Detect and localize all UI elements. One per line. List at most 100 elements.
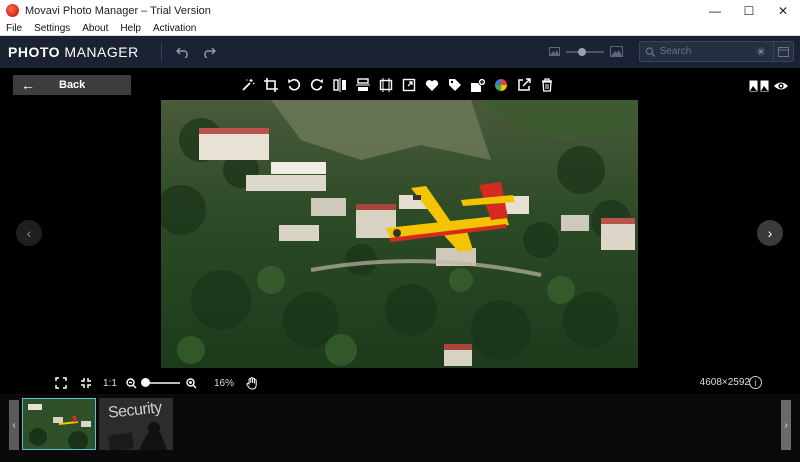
color-adjust-button[interactable] bbox=[489, 75, 512, 95]
header-right bbox=[549, 41, 794, 62]
header-divider bbox=[160, 43, 162, 61]
zoom-in-button[interactable] bbox=[184, 372, 198, 394]
menu-help[interactable]: Help bbox=[114, 21, 147, 36]
magic-wand-icon bbox=[241, 79, 254, 91]
resize-button[interactable] bbox=[397, 75, 420, 95]
search-box[interactable] bbox=[639, 41, 794, 62]
zoom-slider-knob[interactable] bbox=[141, 378, 150, 387]
thumbnail-security[interactable]: Security bbox=[99, 398, 173, 450]
menu-activation[interactable]: Activation bbox=[147, 21, 202, 36]
filmstrip-prev-button[interactable]: ‹ bbox=[9, 400, 19, 450]
zoom-percent: 16% bbox=[213, 377, 234, 389]
compare-view-icon bbox=[749, 80, 769, 92]
tag-icon bbox=[448, 79, 461, 91]
minimize-button[interactable]: — bbox=[698, 0, 732, 21]
rotate-right-icon bbox=[310, 78, 323, 91]
close-button[interactable]: ✕ bbox=[766, 0, 800, 21]
filmstrip-next-button[interactable]: › bbox=[781, 400, 791, 450]
tag-button[interactable] bbox=[443, 75, 466, 95]
rotate-right-button[interactable] bbox=[305, 75, 328, 95]
zoom-out-icon bbox=[125, 377, 136, 388]
zoom-out-button[interactable] bbox=[124, 372, 138, 394]
rotate-left-icon bbox=[287, 78, 300, 91]
menu-bar: File Settings About Help Activation bbox=[0, 21, 800, 36]
small-thumbnail-icon[interactable] bbox=[549, 47, 560, 56]
search-icon bbox=[645, 46, 656, 57]
heart-icon bbox=[425, 79, 438, 91]
fit-window-icon bbox=[81, 378, 91, 388]
fit-to-window-button[interactable] bbox=[77, 372, 95, 394]
view-mode-group bbox=[748, 76, 792, 96]
arrow-left-icon: ← bbox=[21, 77, 35, 93]
preview-button[interactable] bbox=[770, 76, 792, 96]
chevron-left-icon: ‹ bbox=[26, 225, 32, 241]
back-button[interactable]: ← Back bbox=[13, 75, 131, 95]
edit-toolbar bbox=[236, 75, 558, 95]
zoom-slider[interactable] bbox=[141, 378, 180, 387]
info-button[interactable]: i bbox=[749, 376, 762, 389]
flip-horizontal-button[interactable] bbox=[328, 75, 351, 95]
hand-icon bbox=[246, 376, 257, 390]
app-window: Movavi Photo Manager – Trial Version — ☐… bbox=[0, 0, 800, 462]
eye-icon bbox=[774, 82, 788, 90]
favorite-button[interactable] bbox=[420, 75, 443, 95]
actual-size-button[interactable]: 1:1 bbox=[102, 372, 118, 394]
trash-icon bbox=[541, 78, 552, 92]
fullscreen-button[interactable] bbox=[52, 372, 70, 394]
chevron-right-icon: › bbox=[767, 225, 773, 241]
add-to-album-button[interactable] bbox=[466, 75, 489, 95]
pan-tool-button[interactable] bbox=[244, 372, 260, 394]
compare-view-button[interactable] bbox=[748, 76, 770, 96]
clear-search-icon[interactable] bbox=[756, 46, 766, 57]
flip-vertical-icon bbox=[355, 78, 370, 91]
straighten-icon bbox=[379, 78, 392, 92]
resize-icon bbox=[402, 78, 415, 92]
maximize-button[interactable]: ☐ bbox=[732, 0, 766, 21]
flip-vertical-button[interactable] bbox=[351, 75, 374, 95]
share-button[interactable] bbox=[512, 75, 535, 95]
flip-horizontal-icon bbox=[332, 78, 346, 92]
next-photo-button[interactable]: › bbox=[757, 220, 783, 246]
auto-enhance-button[interactable] bbox=[236, 75, 259, 95]
app-logo-icon bbox=[6, 4, 19, 17]
calendar-icon bbox=[778, 47, 790, 57]
thumbnail-selected[interactable] bbox=[22, 398, 96, 450]
menu-settings[interactable]: Settings bbox=[28, 21, 76, 36]
redo-button[interactable] bbox=[196, 41, 222, 63]
thumbnail-size-knob[interactable] bbox=[578, 47, 586, 56]
add-to-album-icon bbox=[470, 77, 486, 92]
color-icon bbox=[494, 79, 507, 91]
window-title: Movavi Photo Manager – Trial Version bbox=[25, 4, 211, 17]
delete-button[interactable] bbox=[535, 75, 558, 95]
crop-button[interactable] bbox=[259, 75, 282, 95]
chevron-left-icon: ‹ bbox=[12, 419, 16, 431]
zoom-bar: 1:1 16% 4608×2592 i bbox=[0, 372, 800, 394]
brand-light: MANAGER bbox=[60, 44, 139, 60]
undo-icon bbox=[175, 47, 188, 58]
undo-button[interactable] bbox=[170, 41, 196, 63]
large-thumbnail-icon[interactable] bbox=[610, 46, 623, 57]
title-bar: Movavi Photo Manager – Trial Version — ☐… bbox=[0, 0, 800, 21]
zoom-in-icon bbox=[185, 377, 196, 388]
search-input[interactable] bbox=[655, 46, 756, 57]
window-controls: — ☐ ✕ bbox=[698, 0, 800, 21]
photo-image bbox=[161, 100, 638, 368]
filmstrip: ‹ Security › bbox=[0, 394, 800, 462]
straighten-button[interactable] bbox=[374, 75, 397, 95]
share-icon bbox=[517, 78, 531, 91]
back-label: Back bbox=[59, 79, 86, 91]
thumbnail-size-slider[interactable] bbox=[566, 47, 604, 56]
crop-icon bbox=[263, 78, 278, 92]
image-dimensions: 4608×2592 bbox=[699, 377, 750, 388]
rotate-left-button[interactable] bbox=[282, 75, 305, 95]
main-photo bbox=[161, 100, 638, 368]
fullscreen-icon bbox=[55, 377, 67, 389]
calendar-button[interactable] bbox=[773, 41, 793, 62]
thumbnail-airplane-image bbox=[23, 399, 95, 449]
previous-photo-button[interactable]: ‹ bbox=[16, 220, 42, 246]
menu-about[interactable]: About bbox=[76, 21, 114, 36]
photo-viewer: ← Back ‹ › bbox=[0, 68, 800, 394]
menu-file[interactable]: File bbox=[0, 21, 28, 36]
undo-redo-group bbox=[170, 41, 222, 63]
brand-logo: PHOTO MANAGER bbox=[8, 44, 139, 60]
